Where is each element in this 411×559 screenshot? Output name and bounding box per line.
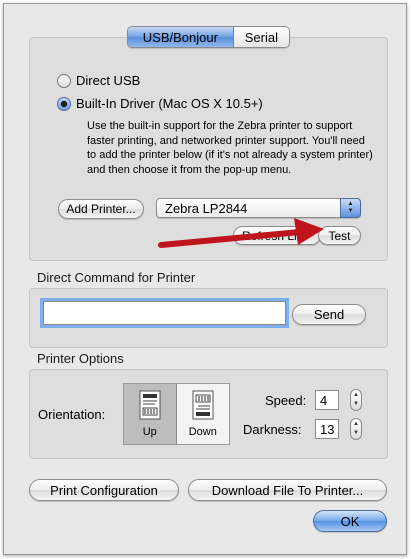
builtin-driver-label: Built-In Driver (Mac OS X 10.5+) (76, 96, 263, 111)
stepper-up-icon: ▲ (353, 421, 359, 427)
test-button[interactable]: Test (318, 226, 361, 245)
speed-field[interactable]: 4 (315, 390, 339, 410)
orientation-selector[interactable]: Up Down (123, 383, 230, 445)
tab-usb-bonjour[interactable]: USB/Bonjour (128, 27, 234, 47)
refresh-list-button[interactable]: Refresh List (233, 226, 321, 245)
orientation-down[interactable]: Down (177, 384, 230, 444)
printer-settings-window: USB/Bonjour Serial Direct USB Built-In D… (3, 3, 407, 555)
speed-label: Speed: (265, 393, 307, 408)
printer-options-heading: Printer Options (37, 351, 124, 366)
darkness-stepper[interactable]: ▲ ▼ (350, 418, 362, 440)
builtin-driver-option[interactable]: Built-In Driver (Mac OS X 10.5+) (57, 96, 263, 111)
direct-usb-radio[interactable] (57, 73, 71, 88)
label-down-icon (192, 390, 214, 420)
speed-stepper[interactable]: ▲ ▼ (350, 389, 362, 411)
download-file-button[interactable]: Download File To Printer... (188, 479, 387, 501)
direct-command-heading: Direct Command for Printer (37, 270, 196, 285)
print-configuration-button[interactable]: Print Configuration (29, 479, 179, 501)
stepper-down-icon: ▼ (353, 401, 359, 407)
orientation-down-label: Down (188, 426, 217, 438)
builtin-driver-radio[interactable] (57, 96, 71, 111)
label-up-icon (139, 390, 161, 420)
send-button[interactable]: Send (292, 304, 366, 325)
orientation-up-label: Up (142, 426, 157, 438)
stepper-down-icon: ▼ (353, 430, 359, 436)
direct-usb-option[interactable]: Direct USB (57, 73, 140, 88)
ok-button[interactable]: OK (313, 510, 387, 532)
orientation-label: Orientation: (38, 407, 106, 422)
direct-usb-label: Direct USB (76, 73, 141, 88)
printer-popup[interactable]: Zebra LP2844 ▲ ▼ (156, 198, 361, 218)
darkness-label: Darkness: (243, 422, 302, 437)
orientation-up[interactable]: Up (124, 384, 177, 444)
printer-popup-value: Zebra LP2844 (165, 200, 248, 216)
stepper-up-icon: ▲ (353, 392, 359, 398)
connection-tab-control[interactable]: USB/Bonjour Serial (127, 26, 290, 48)
builtin-driver-description: Use the built-in support for the Zebra p… (87, 120, 373, 176)
direct-command-input[interactable] (43, 301, 286, 325)
tab-serial[interactable]: Serial (233, 27, 289, 47)
popup-arrows-icon: ▲ ▼ (340, 198, 361, 218)
add-printer-button[interactable]: Add Printer... (58, 199, 144, 219)
darkness-field[interactable]: 13 (315, 419, 339, 439)
